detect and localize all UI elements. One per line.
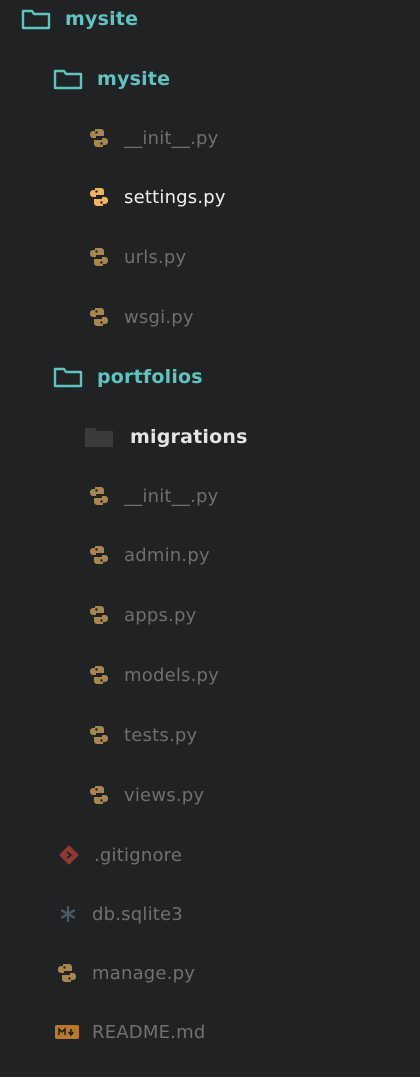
tree-item-file-views[interactable]: views.py [0,778,420,812]
tree-item-label: admin.py [124,544,210,566]
python-icon [88,604,110,626]
folder-closed-icon [84,426,114,448]
python-icon [88,724,110,746]
markdown-icon [54,1023,80,1041]
tree-item-label: mysite [97,68,171,90]
asterisk-icon [58,904,78,924]
tree-item-file-settings[interactable]: settings.py [0,180,420,214]
python-icon [88,664,110,686]
tree-item-label: mysite [65,8,139,30]
python-icon [88,485,110,507]
tree-item-file-admin[interactable]: admin.py [0,538,420,572]
tree-item-file-tests[interactable]: tests.py [0,718,420,752]
tree-item-label: models.py [124,664,220,686]
tree-item-label: settings.py [124,186,226,208]
tree-item-label: __init__.py [124,127,219,149]
tree-item-label: tests.py [124,724,198,746]
folder-outline-icon [53,68,83,90]
tree-item-folder-migrations[interactable]: migrations [0,420,420,454]
python-icon [88,127,110,149]
tree-item-label: views.py [124,784,205,806]
tree-item-label: apps.py [124,604,197,626]
file-tree: mysite mysite __init__.py settings.py ur… [0,0,420,1077]
python-icon [88,544,110,566]
tree-item-file-manage[interactable]: manage.py [0,956,420,990]
tree-item-label: .gitignore [94,844,183,866]
tree-item-file-readme[interactable]: README.md [0,1015,420,1049]
python-icon [56,962,78,984]
tree-item-label: migrations [130,426,248,448]
tree-item-folder-portfolios[interactable]: portfolios [0,360,420,394]
tree-item-file-db[interactable]: db.sqlite3 [0,897,420,931]
folder-outline-icon [53,366,83,388]
tree-item-file-portfolios-init[interactable]: __init__.py [0,479,420,513]
folder-outline-icon [21,8,51,30]
tree-item-label: README.md [92,1021,206,1043]
tree-item-root-mysite[interactable]: mysite [0,2,420,36]
python-icon [88,246,110,268]
tree-item-label: portfolios [97,366,203,388]
tree-item-label: urls.py [124,246,187,268]
tree-item-folder-mysite[interactable]: mysite [0,62,420,96]
tree-item-label: wsgi.py [124,306,194,328]
python-icon [88,306,110,328]
tree-item-file-gitignore[interactable]: .gitignore [0,838,420,872]
python-icon [88,186,110,208]
tree-item-file-urls[interactable]: urls.py [0,240,420,274]
tree-item-file-init[interactable]: __init__.py [0,121,420,155]
python-icon [88,784,110,806]
tree-item-label: db.sqlite3 [92,903,183,925]
tree-item-file-apps[interactable]: apps.py [0,598,420,632]
tree-item-label: manage.py [92,962,196,984]
tree-item-label: __init__.py [124,485,219,507]
tree-item-file-models[interactable]: models.py [0,658,420,692]
tree-item-file-wsgi[interactable]: wsgi.py [0,300,420,334]
git-icon [58,844,80,866]
